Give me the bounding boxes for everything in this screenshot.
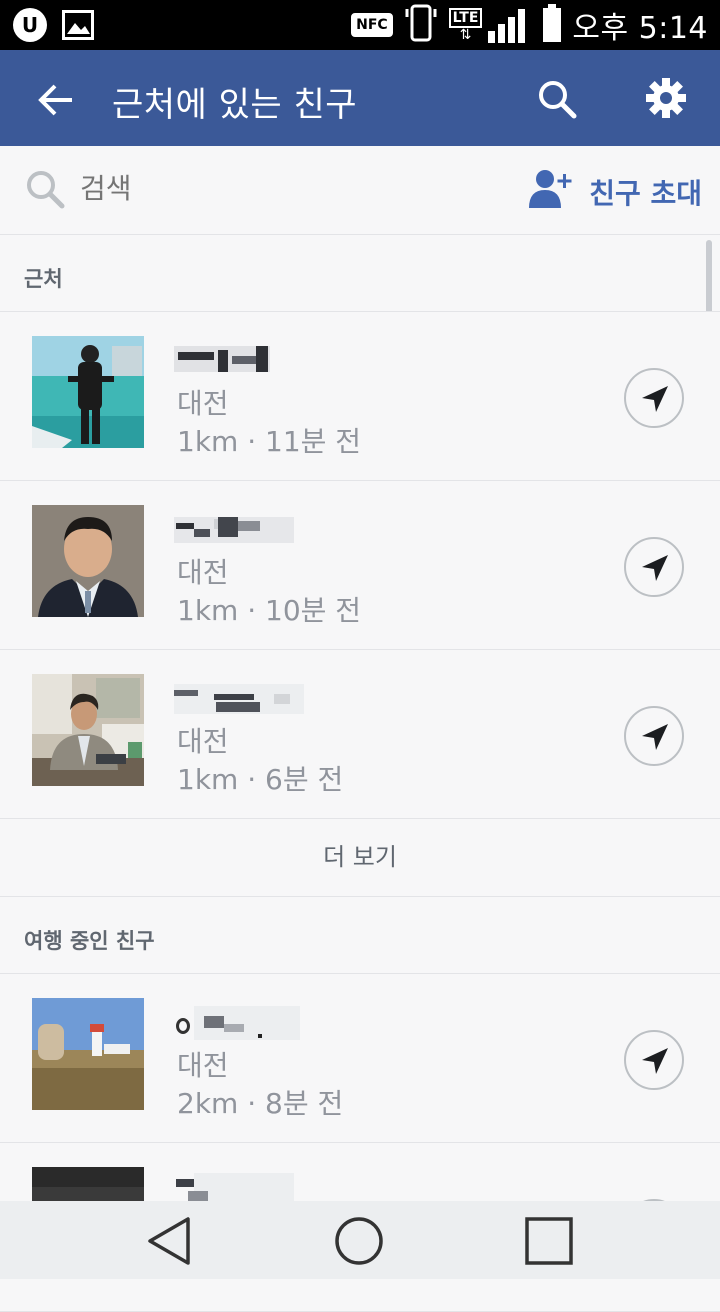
see-more-button[interactable]: 더 보기 — [0, 818, 720, 897]
friend-name-redacted — [174, 342, 304, 376]
u-plus-icon: U — [12, 7, 48, 47]
image-icon — [62, 10, 94, 44]
search-bar: 친구 초대 — [0, 146, 720, 235]
invite-friends-button[interactable]: 친구 초대 — [527, 168, 702, 215]
back-arrow-icon[interactable] — [36, 80, 76, 120]
svg-text:U: U — [22, 13, 38, 37]
search-field-icon — [24, 168, 66, 210]
avatar — [32, 336, 144, 448]
avatar — [32, 998, 144, 1110]
section-header-traveling: 여행 중인 친구 — [0, 897, 720, 974]
network-type: LTE — [448, 8, 483, 28]
add-person-icon — [527, 168, 575, 215]
avatar — [32, 674, 144, 786]
friend-distance: 1km · 10분 전 — [177, 594, 362, 627]
status-bar: U NFC LTE ⇅ 오후 5:14 — [0, 0, 720, 50]
section-title: 여행 중인 친구 — [24, 929, 155, 953]
section-title: 근처 — [24, 267, 63, 291]
clock: 오후 5:14 — [572, 11, 708, 46]
list-item[interactable]: 대전 1km · 10분 전 — [0, 481, 720, 650]
friend-distance: 1km · 6분 전 — [177, 763, 344, 796]
system-navigation-bar — [0, 1201, 720, 1279]
list-item[interactable]: 대전 2km · 8분 전 — [0, 974, 720, 1143]
vibrate-phone-icon — [403, 3, 439, 47]
list-item[interactable]: 대전 1km · 11분 전 — [0, 312, 720, 481]
location-button[interactable] — [624, 368, 684, 428]
friend-city: 대전 — [177, 387, 229, 420]
friend-city: 대전 — [177, 556, 229, 589]
friend-name-redacted — [174, 1004, 304, 1040]
location-button[interactable] — [624, 706, 684, 766]
battery-icon — [542, 4, 562, 46]
friend-name-redacted — [174, 680, 304, 714]
friend-distance: 1km · 11분 전 — [177, 425, 362, 458]
avatar — [32, 505, 144, 617]
search-input[interactable] — [80, 172, 380, 205]
home-circle-icon[interactable] — [333, 1215, 385, 1267]
friend-city: 대전 — [177, 1049, 229, 1082]
gear-icon[interactable] — [644, 76, 688, 120]
list-item[interactable]: 대전 1km · 6분 전 — [0, 650, 720, 819]
section-header-nearby: 근처 — [0, 235, 720, 312]
friend-distance: 2km · 8분 전 — [177, 1087, 344, 1120]
recents-square-icon[interactable] — [523, 1215, 575, 1267]
friend-name-redacted — [174, 511, 304, 545]
app-bar: 근처에 있는 친구 — [0, 50, 720, 146]
nfc-badge: NFC — [351, 13, 393, 37]
back-triangle-icon[interactable] — [144, 1215, 196, 1267]
invite-label: 친구 초대 — [589, 176, 702, 210]
search-icon[interactable] — [536, 78, 578, 120]
location-button[interactable] — [624, 1030, 684, 1090]
location-button[interactable] — [624, 537, 684, 597]
page-title: 근처에 있는 친구 — [112, 85, 358, 125]
lte-signal-icon: LTE ⇅ — [448, 7, 533, 43]
friend-city: 대전 — [177, 725, 229, 758]
